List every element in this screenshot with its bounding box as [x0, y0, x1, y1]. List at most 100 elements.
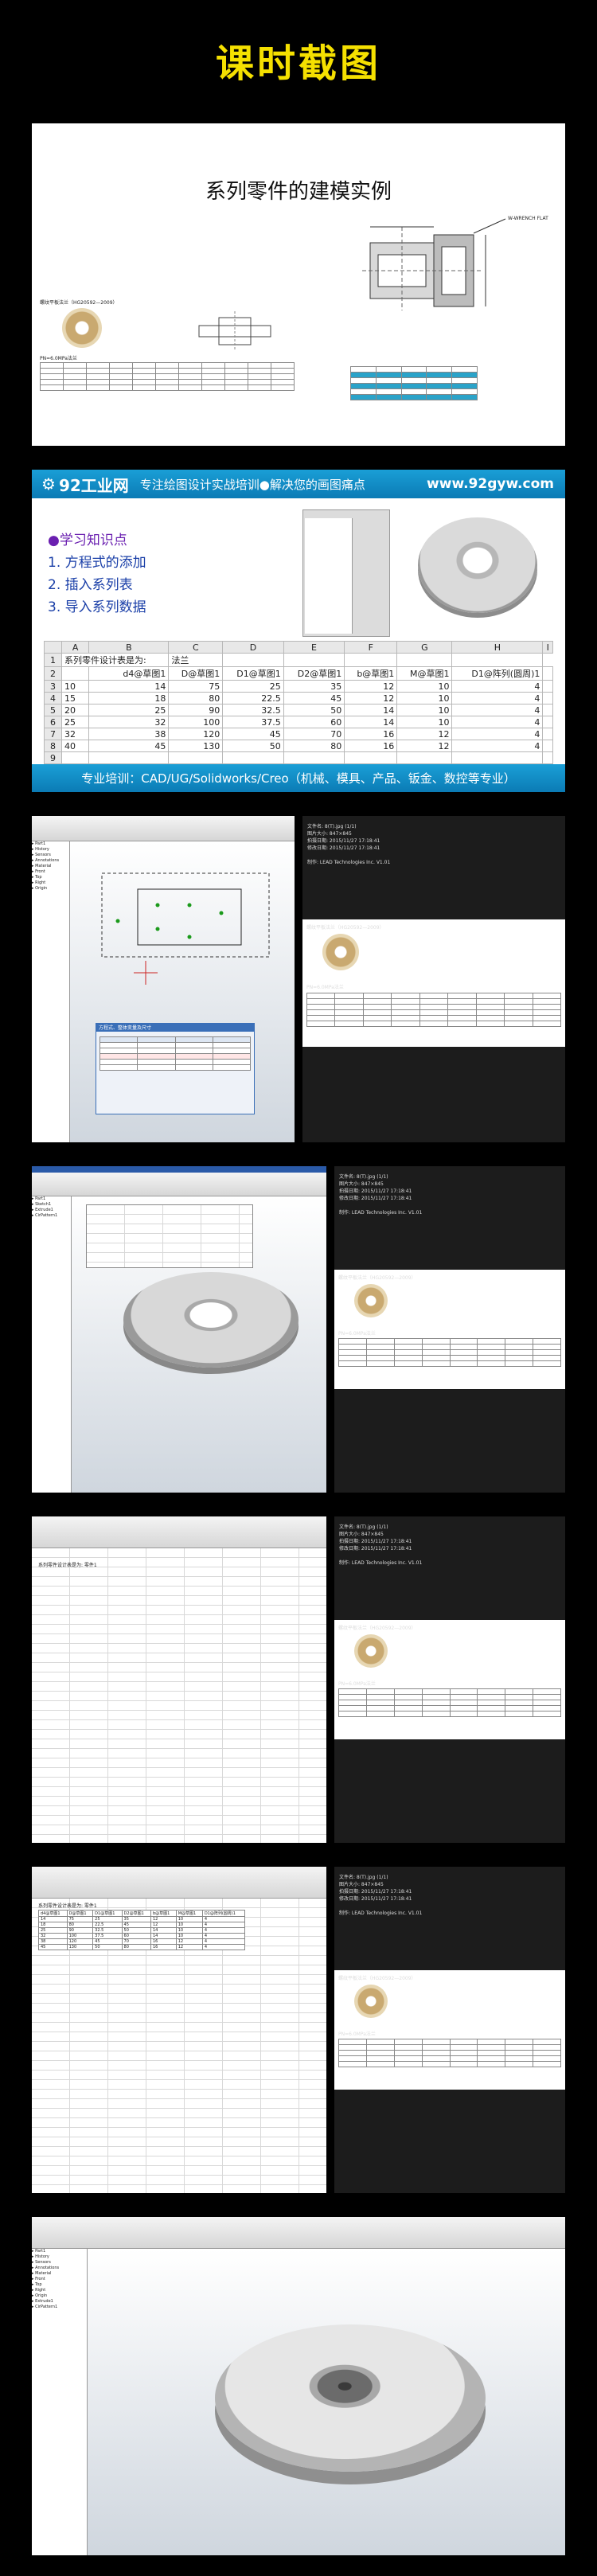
cell[interactable]: 130: [168, 740, 224, 752]
file-info-line: 制作: LEAD Technologies Inc. V1.01: [307, 860, 391, 865]
file-info-line: 拍摄日期: 2015/11/27 17:18:41: [307, 838, 380, 844]
cell[interactable]: 12: [344, 680, 398, 693]
cell[interactable]: 14: [344, 716, 398, 728]
excel-data-block[interactable]: d4@草图1 D@草图1 D1@草图1 D2@草图1 b@草图1 M@草图1 D1@阵列(圆…: [38, 1910, 246, 1950]
cell[interactable]: 50: [283, 704, 345, 716]
cell[interactable]: 80: [168, 692, 224, 704]
header-cell[interactable]: D@草图1: [168, 666, 224, 681]
cell[interactable]: 10: [396, 692, 453, 704]
cell[interactable]: 75: [168, 680, 224, 693]
excel-header-cell[interactable]: 系列零件设计表是为: 零件1: [38, 1902, 97, 1909]
slide-title: 系列零件的建模实例: [205, 180, 392, 204]
col-letter: F: [344, 641, 398, 654]
cell[interactable]: 15: [60, 692, 90, 704]
cell[interactable]: 25: [60, 716, 90, 728]
screen-excel-data: 系列零件设计表是为: 零件1 d4@草图1 D@草图1 D1@草图1 D2@草图1 b@…: [32, 1867, 565, 2193]
cell[interactable]: 32: [60, 728, 90, 740]
header-cell[interactable]: d4@草图1: [88, 666, 170, 681]
cell[interactable]: 14: [88, 680, 170, 693]
header-cell[interactable]: b@草图1: [344, 666, 398, 681]
cell[interactable]: 70: [283, 728, 345, 740]
cell[interactable]: 10: [60, 680, 90, 693]
cell[interactable]: 45: [283, 692, 345, 704]
cell[interactable]: 45: [88, 740, 170, 752]
header-cell[interactable]: [60, 666, 90, 681]
reference-card: 螺纹平板法兰（HG20592—2009） PN=6.0MPa法兰: [334, 1620, 565, 1739]
header-cell[interactable]: D1@草图1: [222, 666, 284, 681]
cell[interactable]: 18: [88, 692, 170, 704]
col-letter: D: [222, 641, 284, 654]
equations-dialog[interactable]: 方程式、整体变量及尺寸: [96, 1023, 255, 1114]
flange-model: [215, 2324, 486, 2472]
cell[interactable]: 60: [283, 716, 345, 728]
excel-grid[interactable]: 系列零件设计表是为: 零件1: [32, 1548, 326, 1843]
cell[interactable]: 32.5: [222, 704, 284, 716]
cell[interactable]: 37.5: [222, 716, 284, 728]
brand-url[interactable]: www.92gyw.com: [427, 476, 554, 492]
cell[interactable]: 100: [168, 716, 224, 728]
cell[interactable]: 16: [344, 728, 398, 740]
cell[interactable]: 16: [344, 740, 398, 752]
cell[interactable]: 4: [451, 728, 544, 740]
excel-grid[interactable]: 系列零件设计表是为: 零件1 d4@草图1 D@草图1 D1@草图1 D2@草图1 b@…: [32, 1899, 326, 2193]
cell[interactable]: 10: [396, 716, 453, 728]
cell[interactable]: 12: [344, 692, 398, 704]
learning-heading: ●学习知识点: [48, 533, 127, 548]
file-info-line: 制作: LEAD Technologies Inc. V1.01: [339, 1210, 423, 1216]
cell[interactable]: 120: [168, 728, 224, 740]
cell[interactable]: 4: [451, 740, 544, 752]
cell[interactable]: 4: [451, 692, 544, 704]
cad-canvas[interactable]: [88, 2249, 565, 2555]
header-cell[interactable]: M@草图1: [396, 666, 453, 681]
brand-slogan: 专注绘图设计实战培训●解决您的画图痛点: [139, 477, 365, 492]
cell[interactable]: 32: [88, 716, 170, 728]
cell[interactable]: 12: [396, 728, 453, 740]
cell[interactable]: 45: [222, 728, 284, 740]
excel-ribbon: [32, 1516, 326, 1548]
row-number: 1: [44, 653, 62, 667]
learning-point-3: 3. 导入系列数据: [48, 599, 146, 615]
cell[interactable]: 40: [60, 740, 90, 752]
cell[interactable]: 14: [344, 704, 398, 716]
cad-toolbar: [32, 2217, 565, 2249]
embedded-excel[interactable]: [86, 1204, 253, 1268]
slide-series-part-example: 系列零件的建模实例 螺纹平板法兰（HG20592—2009） PN=6.0MPa…: [32, 123, 565, 446]
file-info-line: 修改日期: 2015/11/27 17:18:41: [339, 1196, 412, 1201]
col-letter: H: [451, 641, 544, 654]
cell[interactable]: 4: [451, 680, 544, 693]
screen-sketch-equations: ▸ Part1 ▸ History ▸ Sensors ▸ Annotations ▸ …: [32, 816, 565, 1142]
excel-ribbon: [32, 1867, 326, 1899]
row-number: 7: [44, 728, 62, 740]
cell[interactable]: 4: [451, 704, 544, 716]
cell[interactable]: 35: [283, 680, 345, 693]
learning-point-2: 2. 插入系列表: [48, 577, 133, 593]
ref-caption: 螺纹平板法兰（HG20592—2009）: [338, 1976, 416, 1981]
file-info-line: 拍摄日期: 2015/11/27 17:18:41: [339, 1188, 412, 1194]
sheet-title-cell[interactable]: 系列零件设计表是为:: [60, 653, 170, 667]
cad-canvas[interactable]: [72, 1196, 326, 1493]
cell[interactable]: 50: [222, 740, 284, 752]
file-info-line: [339, 1201, 560, 1208]
equations-table[interactable]: [99, 1036, 252, 1071]
cell[interactable]: 25: [222, 680, 284, 693]
file-info-line: 制作: LEAD Technologies Inc. V1.01: [339, 1560, 423, 1566]
sheet-part-name[interactable]: 法兰: [168, 653, 224, 667]
cell[interactable]: 80: [283, 740, 345, 752]
cell[interactable]: 12: [396, 740, 453, 752]
ref-table-caption: PN=6.0MPa法兰: [338, 1331, 376, 1337]
cell[interactable]: 20: [60, 704, 90, 716]
cell[interactable]: 25: [88, 704, 170, 716]
excel-window: 系列零件设计表是为: 零件1 d4@草图1 D@草图1 D1@草图1 D2@草图1 b@…: [32, 1867, 326, 2193]
cell[interactable]: 10: [396, 704, 453, 716]
cell[interactable]: 4: [451, 716, 544, 728]
feature-tree: ▸ Part1 ▸ Sketch1 ▸ Extrude1 ▸ CirPattern1: [32, 1196, 72, 1493]
screen-excel-headers: 系列零件设计表是为: 零件1 文件名: 8(T).jpg (1/1) 图片大小:…: [32, 1516, 565, 1843]
header-cell[interactable]: D2@草图1: [283, 666, 345, 681]
page-title: 课时截图: [215, 41, 381, 86]
header-cell[interactable]: D1@阵列(圆周)1: [451, 666, 544, 681]
cell[interactable]: 22.5: [222, 692, 284, 704]
excel-header-cell[interactable]: 系列零件设计表是为: 零件1: [38, 1561, 97, 1568]
cell[interactable]: 10: [396, 680, 453, 693]
cell[interactable]: 38: [88, 728, 170, 740]
cell[interactable]: 90: [168, 704, 224, 716]
